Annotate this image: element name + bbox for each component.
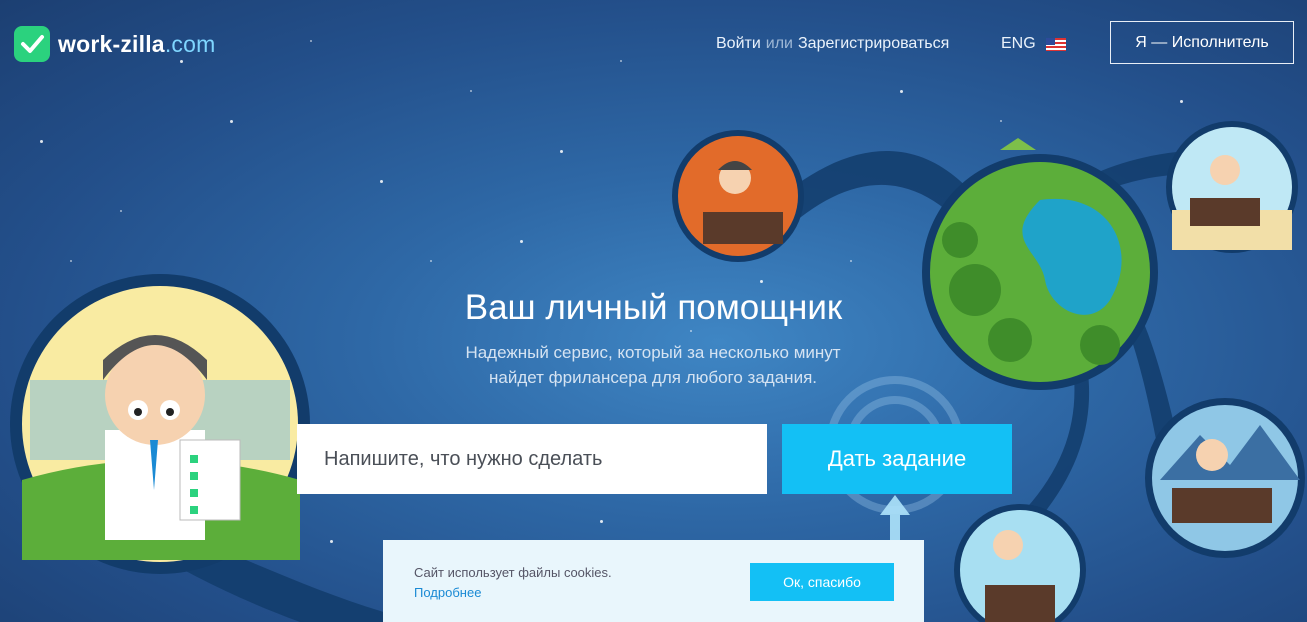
cookie-accept-button[interactable]: Ок, спасибо (750, 563, 894, 601)
hero-title: Ваш личный помощник (464, 288, 843, 327)
cookie-text: Сайт использует файлы cookies. (414, 565, 612, 580)
logo-text: work-zilla.com (58, 30, 216, 57)
cookie-banner: Сайт использует файлы cookies. Подробнее… (383, 540, 924, 622)
or-text: или (765, 35, 793, 52)
task-input[interactable] (322, 446, 742, 472)
give-task-button[interactable]: Дать задание (782, 424, 1012, 494)
login-link[interactable]: Войти (716, 35, 761, 52)
register-link[interactable]: Зарегистрироваться (798, 35, 949, 52)
language-label: ENG (1001, 35, 1036, 52)
logo-check-icon (14, 26, 50, 62)
task-search-box (297, 424, 767, 494)
us-flag-icon (1045, 37, 1066, 51)
logo[interactable]: work-zilla.com (14, 26, 215, 62)
auth-links: Войти или Зарегистрироваться (716, 35, 949, 53)
language-switch[interactable]: ENG (1001, 35, 1066, 53)
hero-subtitle: Надежный сервис, который за несколько ми… (465, 343, 841, 387)
role-executor-button[interactable]: Я — Исполнитель (1110, 21, 1294, 64)
cookie-more-link[interactable]: Подробнее (414, 585, 481, 600)
